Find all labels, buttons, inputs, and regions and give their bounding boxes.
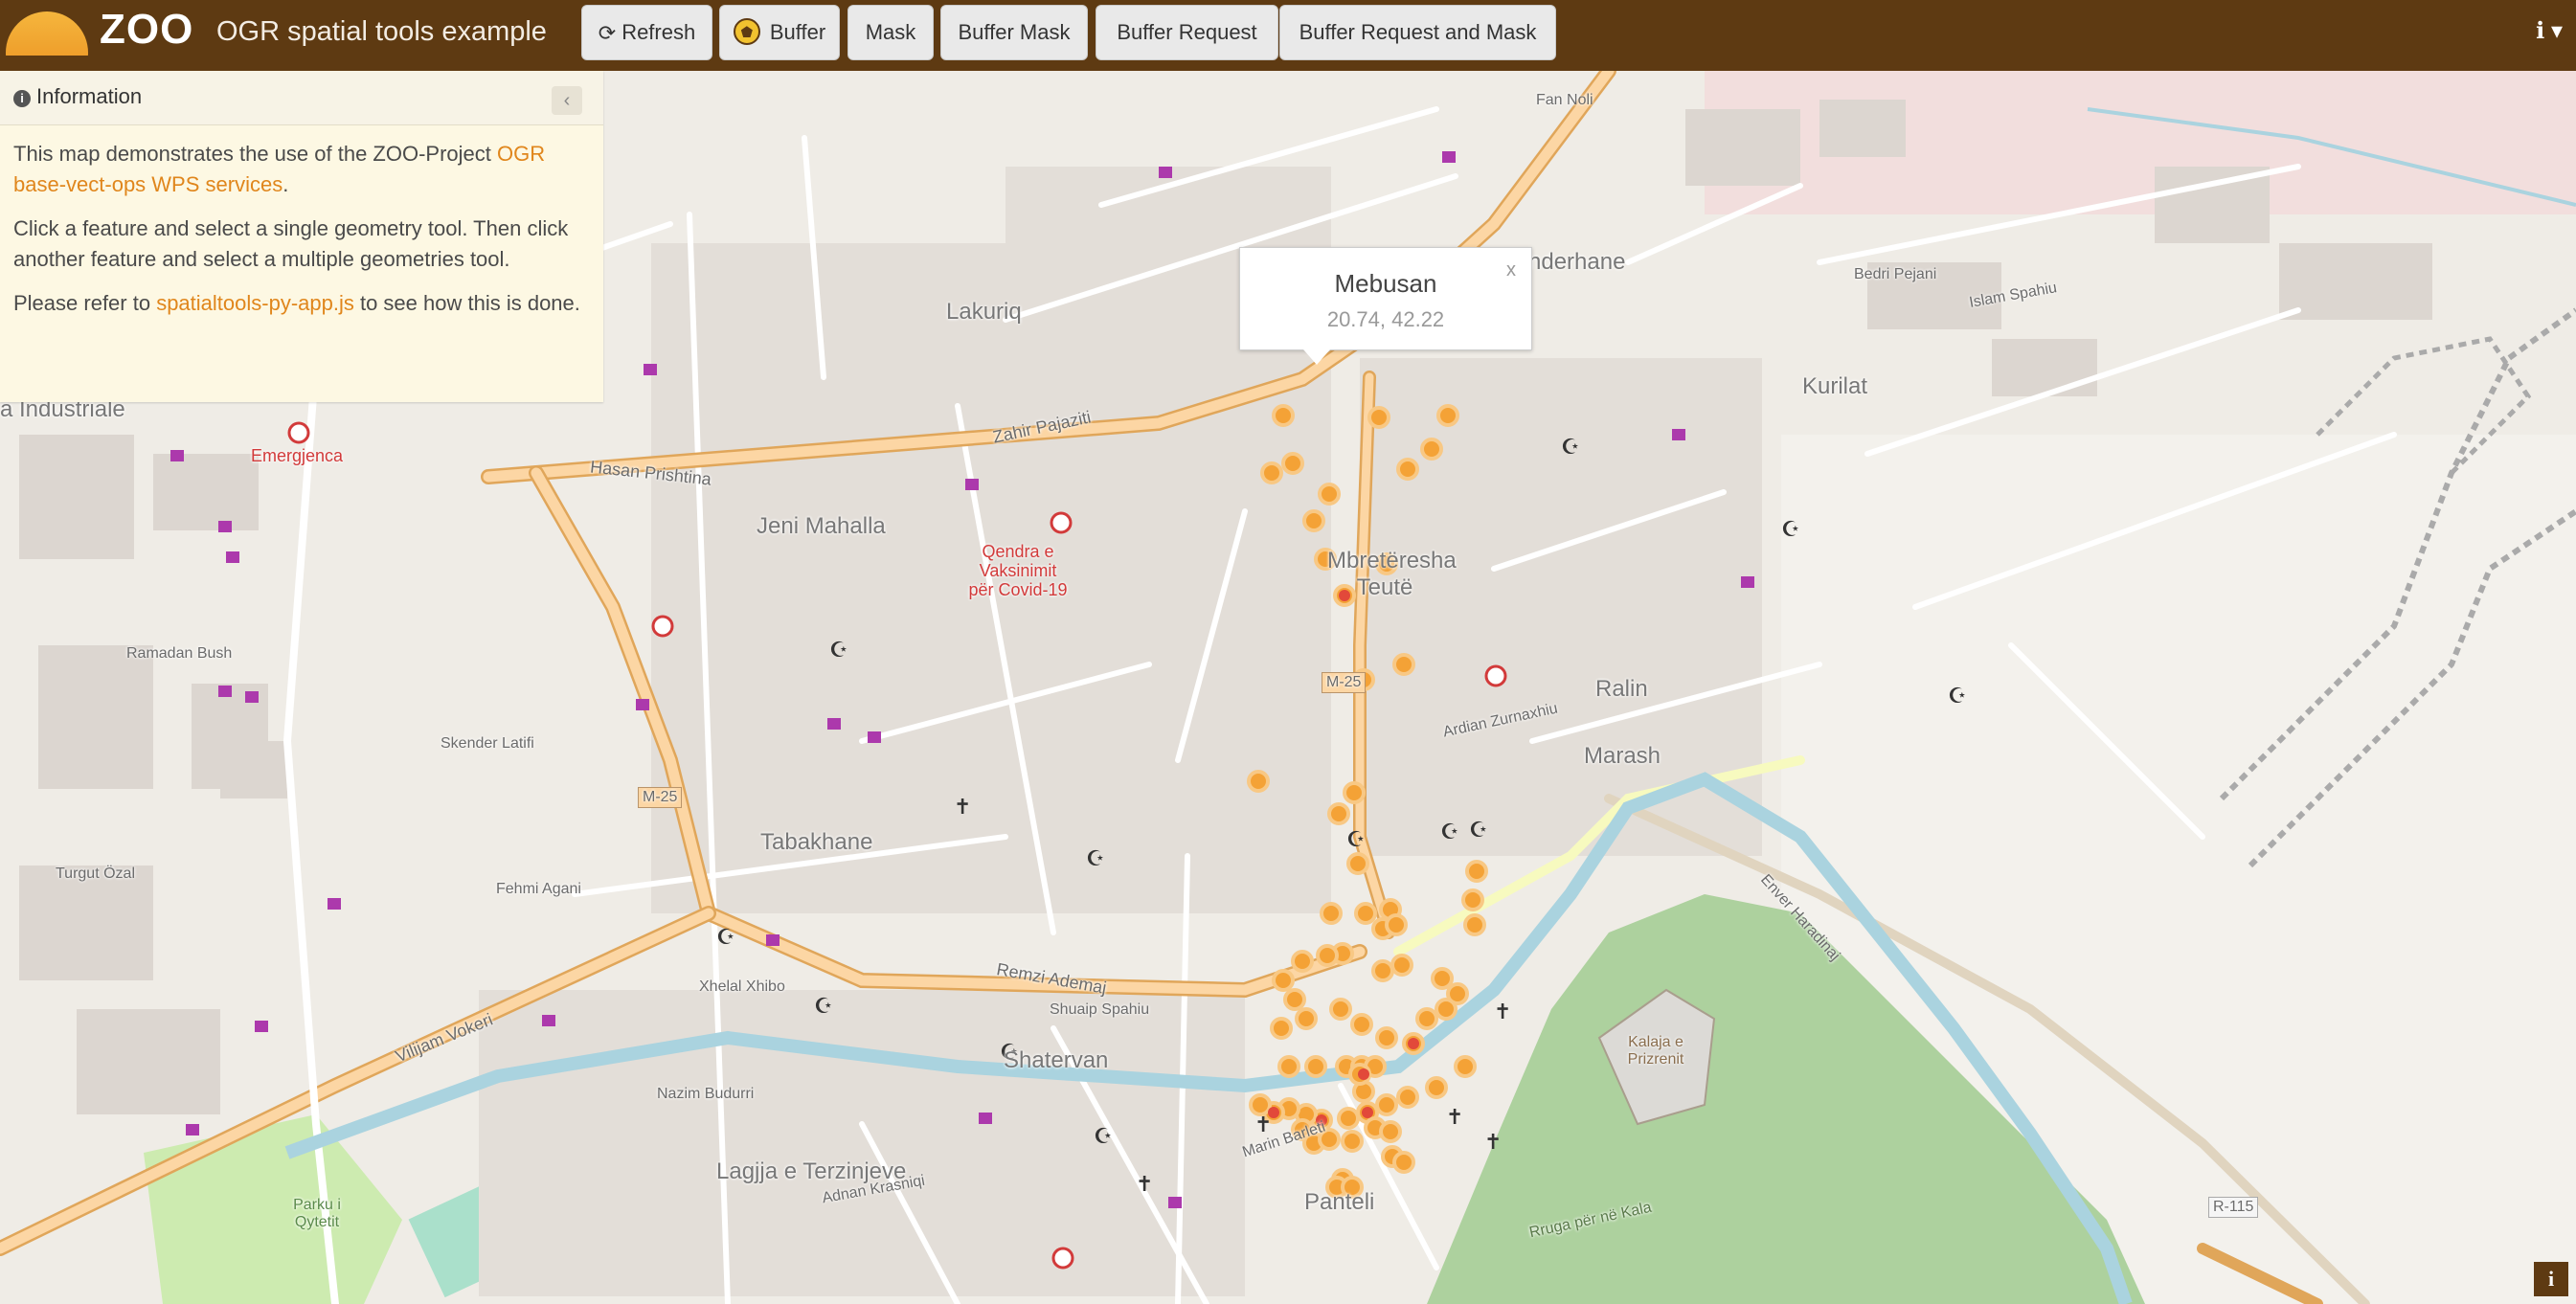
svg-text:✝: ✝: [1484, 1131, 1502, 1155]
refresh-icon: ⟳: [598, 21, 617, 46]
map-label-parku: Parku i Qytetit: [293, 1197, 341, 1230]
sidebar-collapse-button[interactable]: ‹: [552, 86, 582, 115]
buffer-request-button[interactable]: Buffer Request: [1096, 5, 1278, 60]
p1-text: This map demonstrates the use of the ZOO…: [13, 142, 497, 166]
svg-text:☪: ☪: [1781, 518, 1800, 542]
map-label-bedri-pejani: Bedri Pejani: [1854, 266, 1937, 282]
svg-text:☪: ☪: [716, 926, 735, 950]
caret-down-icon: ▾: [2550, 18, 2563, 44]
svg-text:✝: ✝: [1254, 1113, 1272, 1137]
buffer-label: Buffer: [769, 20, 826, 44]
map-label-fehmi-agani: Fehmi Agani: [496, 881, 581, 897]
map-label-shatervan: Shatervan: [1004, 1047, 1109, 1073]
map-label-ramadan-bush: Ramadan Bush: [126, 645, 233, 662]
svg-text:✝: ✝: [954, 796, 971, 820]
info-icon: ℹ: [2536, 18, 2545, 44]
sidebar-paragraph-1: This map demonstrates the use of the ZOO…: [13, 139, 590, 200]
p3-text: Please refer to: [13, 291, 157, 315]
svg-text:☪: ☪: [1086, 847, 1105, 871]
map-label-jeni-mahalla: Jeni Mahalla: [757, 513, 886, 539]
map-label-m25-a: M-25: [638, 787, 683, 808]
chevron-left-icon: ‹: [563, 90, 571, 111]
logo-text: ZOO: [100, 6, 194, 53]
p1-end: .: [282, 172, 289, 196]
map-label-tabakhane: Tabakhane: [760, 829, 873, 855]
map-label-skender-latifi: Skender Latifi: [441, 735, 534, 752]
buffer-button[interactable]: Buffer: [719, 5, 840, 60]
sidebar-header: i Information ‹: [0, 71, 603, 125]
svg-text:☪: ☪: [1440, 821, 1459, 844]
buffer-mask-button[interactable]: Buffer Mask: [940, 5, 1088, 60]
svg-text:☪: ☪: [1469, 819, 1488, 843]
svg-text:✝: ✝: [1446, 1106, 1463, 1130]
map-label-xhelal-xhibo: Xhelal Xhibo: [699, 978, 785, 995]
buffer-request-and-mask-label: Buffer Request and Mask: [1299, 20, 1537, 44]
spatialtools-js-link[interactable]: spatialtools-py-app.js: [156, 291, 354, 315]
svg-text:☪: ☪: [1094, 1125, 1113, 1149]
svg-text:✝: ✝: [1494, 1000, 1511, 1024]
map-label-fan-noli: Fan Noli: [1536, 92, 1593, 108]
map-label-turgut-ozal: Turgut Özal: [56, 866, 135, 882]
sidebar-body: This map demonstrates the use of the ZOO…: [0, 125, 603, 346]
map-label-nazim-budurri: Nazim Budurri: [657, 1086, 755, 1102]
map-label-m25-b: M-25: [1322, 672, 1367, 693]
map-label-panteli: Panteli: [1304, 1189, 1375, 1215]
sidebar-title: i Information: [13, 84, 142, 109]
info-circle-icon: i: [13, 90, 31, 107]
svg-text:☪: ☪: [1948, 685, 1967, 708]
map-label-enderhane: nderhane: [1528, 249, 1626, 275]
map-label-qendra: Qendra e Vaksinimit për Covid-19: [968, 542, 1068, 599]
svg-text:✝: ✝: [1136, 1173, 1153, 1197]
buffer-icon: [733, 18, 760, 46]
refresh-button[interactable]: ⟳ Refresh: [581, 5, 712, 60]
map-label-r115: R-115: [2208, 1197, 2259, 1218]
map-label-emergjenca: Emergjenca: [251, 446, 344, 465]
buffer-request-label: Buffer Request: [1117, 20, 1257, 44]
svg-text:☪: ☪: [814, 995, 833, 1019]
popup-title: Mebusan: [1334, 269, 1437, 298]
sidebar-title-text: Information: [36, 84, 143, 108]
mask-button[interactable]: Mask: [847, 5, 934, 60]
map-label-lakuriq: Lakuriq: [946, 299, 1022, 325]
popup-coordinates: 20.74, 42.22: [1326, 307, 1445, 331]
sidebar-paragraph-3: Please refer to spatialtools-py-app.js t…: [13, 288, 590, 319]
map-label-shuaip-spahiu: Shuaip Spahiu: [1050, 1001, 1150, 1018]
svg-text:☪: ☪: [1561, 436, 1580, 460]
info-menu-toggle[interactable]: ℹ ▾: [2536, 17, 2563, 45]
zoo-logo-icon: [6, 11, 88, 56]
map-attribution-info-button[interactable]: i: [2534, 1262, 2568, 1296]
top-navbar: ZOO OGR spatial tools example ⟳ Refresh B…: [0, 0, 2576, 71]
sidebar-paragraph-2: Click a feature and select a single geom…: [13, 216, 569, 271]
buffer-mask-label: Buffer Mask: [958, 20, 1071, 44]
buffer-request-and-mask-button[interactable]: Buffer Request and Mask: [1279, 5, 1556, 60]
map-label-kalaja: Kalaja e Prizrenit: [1627, 1034, 1684, 1068]
map-label-ralin: Ralin: [1595, 676, 1648, 702]
mask-label: Mask: [865, 20, 916, 44]
svg-text:☪: ☪: [1346, 828, 1366, 852]
information-sidebar: i Information ‹ This map demonstrates the…: [0, 71, 603, 402]
feature-popup: x Mebusan 20.74, 42.22: [1239, 247, 1532, 365]
p3-end: to see how this is done.: [353, 291, 580, 315]
info-icon: i: [2547, 1267, 2555, 1291]
map-label-marash: Marash: [1584, 743, 1661, 769]
refresh-label: Refresh: [621, 20, 696, 44]
svg-text:☪: ☪: [829, 639, 848, 663]
app-title: OGR spatial tools example: [216, 16, 547, 47]
map-label-kurilat: Kurilat: [1802, 373, 1868, 399]
map-label-mbreteresha: Mbretëresha Teutë: [1327, 548, 1457, 600]
